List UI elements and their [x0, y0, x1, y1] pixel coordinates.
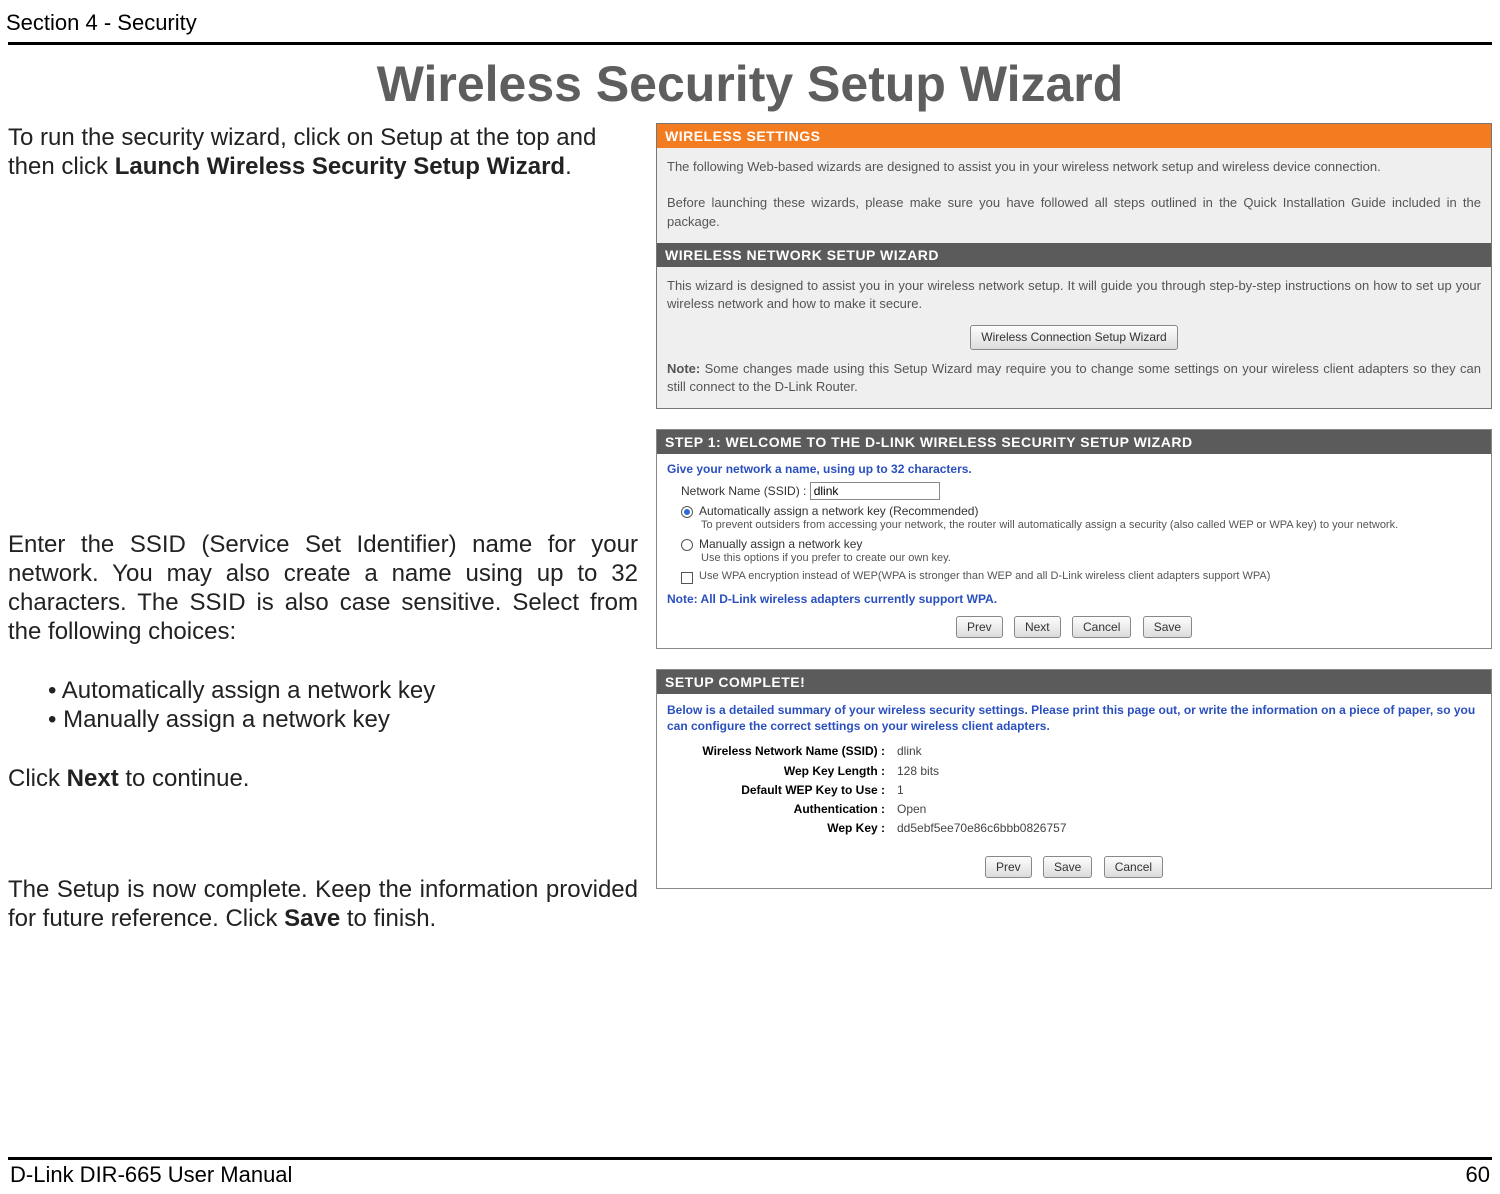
- ssid-label: Network Name (SSID) :: [681, 484, 806, 498]
- right-column: WIRELESS SETTINGS The following Web-base…: [656, 123, 1492, 933]
- top-rule: [8, 42, 1492, 45]
- summary-intro: Below is a detailed summary of your wire…: [667, 702, 1481, 734]
- step1-wizard-panel: STEP 1: WELCOME TO THE D-LINK WIRELESS S…: [656, 429, 1492, 649]
- radio-label: Manually assign a network key: [699, 537, 862, 551]
- checkbox-icon: [681, 572, 693, 584]
- table-row: Authentication : Open: [697, 800, 1481, 819]
- note-label: Note:: [667, 361, 700, 376]
- panel-body: The following Web-based wizards are desi…: [657, 148, 1491, 243]
- panel-header-wireless-settings: WIRELESS SETTINGS: [657, 124, 1491, 148]
- note-text: Some changes made using this Setup Wizar…: [667, 361, 1481, 394]
- bottom-rule: [8, 1157, 1492, 1160]
- button-row: Wireless Connection Setup Wizard: [667, 325, 1481, 350]
- text: Before launching these wizards, please m…: [667, 194, 1481, 230]
- checkbox-use-wpa[interactable]: Use WPA encryption instead of WEP(WPA is…: [681, 570, 1481, 584]
- footer-manual-name: D-Link DIR-665 User Manual: [10, 1162, 292, 1188]
- left-column: To run the security wizard, click on Set…: [8, 123, 638, 933]
- text: Click: [8, 765, 67, 792]
- text: Enter the SSID (Service Set Identifier) …: [8, 530, 638, 647]
- radio-icon: [681, 506, 693, 518]
- wireless-connection-setup-wizard-button[interactable]: Wireless Connection Setup Wizard: [970, 325, 1177, 350]
- table-row: Wep Key Length : 128 bits: [697, 762, 1481, 781]
- bullet-auto-key: • Automatically assign a network key: [8, 676, 638, 705]
- save-button[interactable]: Save: [1043, 856, 1092, 878]
- checkbox-label: Use WPA encryption instead of WEP(WPA is…: [699, 570, 1270, 582]
- text: .: [565, 153, 572, 180]
- table-row: Wireless Network Name (SSID) : dlink: [697, 742, 1481, 761]
- value-authentication: Open: [897, 800, 926, 819]
- option-description: Use this options if you prefer to create…: [701, 551, 1481, 566]
- table-row: Default WEP Key to Use : 1: [697, 781, 1481, 800]
- instruction-block-3: The Setup is now complete. Keep the info…: [8, 875, 638, 934]
- cancel-button[interactable]: Cancel: [1072, 616, 1131, 638]
- table-row: Wep Key : dd5ebf5ee70e86c6bbb0826757: [697, 819, 1481, 838]
- bullet-manual-key: • Manually assign a network key: [8, 705, 638, 734]
- label-authentication: Authentication :: [697, 800, 897, 819]
- wpa-note: Note: All D-Link wireless adapters curre…: [667, 592, 1481, 606]
- label-wep-key: Wep Key :: [697, 819, 897, 838]
- panel-header-setup-complete: SETUP COMPLETE!: [657, 670, 1491, 694]
- note: Note: Some changes made using this Setup…: [667, 360, 1481, 396]
- page-footer: D-Link DIR-665 User Manual 60: [8, 1157, 1492, 1188]
- setup-complete-panel: SETUP COMPLETE! Below is a detailed summ…: [656, 669, 1492, 889]
- panel-header-step1: STEP 1: WELCOME TO THE D-LINK WIRELESS S…: [657, 430, 1491, 454]
- summary-table: Wireless Network Name (SSID) : dlink Wep…: [697, 742, 1481, 838]
- prev-button[interactable]: Prev: [956, 616, 1003, 638]
- footer-page-number: 60: [1466, 1162, 1490, 1188]
- value-wep-key-length: 128 bits: [897, 762, 939, 781]
- panel-body: Give your network a name, using up to 32…: [657, 454, 1491, 648]
- text: to finish.: [340, 905, 436, 932]
- text-bold: Save: [284, 905, 340, 932]
- radio-auto-key[interactable]: Automatically assign a network key (Reco…: [681, 504, 1481, 518]
- intro-text: Give your network a name, using up to 32…: [667, 462, 1481, 476]
- save-button[interactable]: Save: [1143, 616, 1192, 638]
- text-bold: Next: [67, 765, 119, 792]
- instruction-block-2: Enter the SSID (Service Set Identifier) …: [8, 530, 638, 793]
- ssid-row: Network Name (SSID) :: [681, 482, 1481, 500]
- wireless-settings-panel: WIRELESS SETTINGS The following Web-base…: [656, 123, 1492, 409]
- cancel-button[interactable]: Cancel: [1104, 856, 1163, 878]
- ssid-input[interactable]: [810, 482, 940, 500]
- value-wep-key: dd5ebf5ee70e86c6bbb0826757: [897, 819, 1067, 838]
- button-row: Prev Save Cancel: [667, 856, 1481, 878]
- option-description: To prevent outsiders from accessing your…: [701, 518, 1481, 533]
- value-ssid: dlink: [897, 742, 922, 761]
- panel-body: Below is a detailed summary of your wire…: [657, 694, 1491, 888]
- section-header: Section 4 - Security: [0, 10, 1500, 42]
- value-default-wep-key: 1: [897, 781, 904, 800]
- prev-button[interactable]: Prev: [985, 856, 1032, 878]
- panel-subheader-network-setup-wizard: WIRELESS NETWORK SETUP WIZARD: [657, 243, 1491, 267]
- radio-icon: [681, 539, 693, 551]
- panel-body: This wizard is designed to assist you in…: [657, 267, 1491, 409]
- text: This wizard is designed to assist you in…: [667, 277, 1481, 313]
- label-ssid: Wireless Network Name (SSID) :: [697, 745, 897, 758]
- radio-manual-key[interactable]: Manually assign a network key: [681, 537, 1481, 551]
- content-area: To run the security wizard, click on Set…: [0, 123, 1500, 933]
- radio-label: Automatically assign a network key (Reco…: [699, 504, 978, 518]
- instruction-block-1: To run the security wizard, click on Set…: [8, 123, 638, 182]
- page-title: Wireless Security Setup Wizard: [0, 55, 1500, 113]
- text-bold: Launch Wireless Security Setup Wizard: [115, 153, 565, 180]
- label-wep-key-length: Wep Key Length :: [697, 762, 897, 781]
- text: The following Web-based wizards are desi…: [667, 158, 1481, 176]
- label-default-wep-key: Default WEP Key to Use :: [697, 781, 897, 800]
- next-button[interactable]: Next: [1014, 616, 1061, 638]
- text: to continue.: [119, 765, 250, 792]
- button-row: Prev Next Cancel Save: [667, 616, 1481, 638]
